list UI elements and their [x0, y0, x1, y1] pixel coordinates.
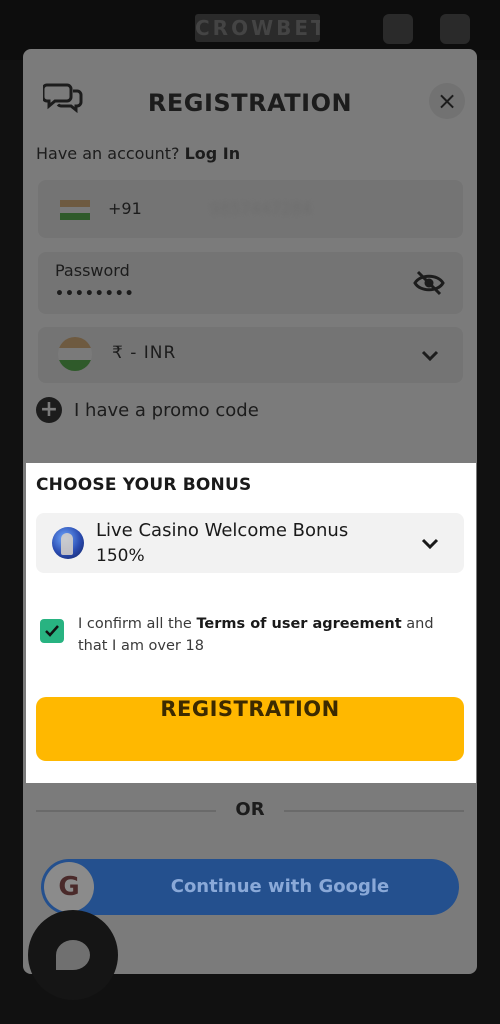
currency-select[interactable]: ₹ - INR — [38, 327, 463, 383]
phone-number-input[interactable]: 9857447284 — [210, 199, 312, 218]
plus-icon: + — [36, 397, 62, 423]
app-logo: CROWBET — [195, 14, 320, 42]
chevron-down-icon — [421, 538, 439, 550]
login-link[interactable]: Log In — [185, 144, 241, 163]
bonus-avatar-icon — [52, 527, 84, 559]
phone-field[interactable]: +91 9857447284 — [38, 180, 463, 238]
registration-modal: REGISTRATION × Have an account? Log In +… — [23, 49, 477, 974]
bonus-percent: 150% — [96, 546, 145, 566]
close-button[interactable]: × — [429, 83, 465, 119]
india-flag-icon — [58, 337, 92, 371]
agreement-checkbox[interactable] — [40, 619, 64, 643]
country-code[interactable]: +91 — [108, 199, 142, 218]
terms-link[interactable]: Terms of user agreement — [196, 616, 401, 632]
eye-off-icon[interactable] — [413, 270, 445, 296]
chevron-down-icon — [421, 350, 439, 362]
agreement-text: I confirm all the Terms of user agreemen… — [78, 613, 463, 657]
promo-code-toggle[interactable]: + I have a promo code — [36, 396, 259, 424]
agreement-text-before: I confirm all the — [78, 616, 197, 632]
bonus-name: Live Casino Welcome Bonus — [96, 520, 349, 541]
password-input[interactable]: •••••••• — [55, 286, 135, 302]
google-icon: G — [44, 862, 94, 912]
or-divider: OR — [36, 799, 464, 821]
menu-icon — [440, 14, 470, 44]
bonus-section: CHOOSE YOUR BONUS Live Casino Welcome Bo… — [26, 463, 476, 783]
password-label: Password — [55, 261, 130, 280]
chat-bubble-icon — [56, 940, 90, 970]
bonus-select[interactable]: Live Casino Welcome Bonus 150% — [36, 513, 464, 573]
bonus-heading: CHOOSE YOUR BONUS — [36, 475, 252, 495]
close-icon: × — [436, 87, 458, 115]
india-flag-icon — [60, 200, 90, 220]
currency-value: ₹ - INR — [112, 343, 177, 363]
user-icon — [383, 14, 413, 44]
login-prompt-row: Have an account? Log In — [36, 144, 240, 163]
support-chat-button[interactable] — [28, 910, 118, 1000]
check-icon — [45, 625, 59, 637]
modal-title: REGISTRATION — [147, 89, 353, 117]
google-signin-button[interactable]: G Continue with Google — [41, 859, 459, 915]
registration-button[interactable]: REGISTRATION — [36, 697, 464, 761]
login-prompt: Have an account? — [36, 144, 180, 163]
promo-label: I have a promo code — [74, 399, 259, 421]
or-label: OR — [235, 799, 265, 820]
google-button-label: Continue with Google — [170, 876, 390, 897]
password-field[interactable]: Password •••••••• — [38, 252, 463, 314]
